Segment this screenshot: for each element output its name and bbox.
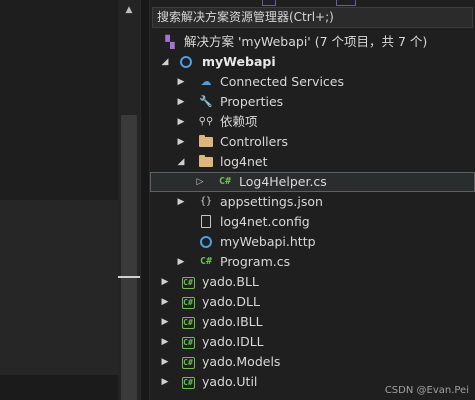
folder-icon xyxy=(198,132,214,152)
expand-icon[interactable]: ▶ xyxy=(176,132,186,152)
csharp-project-icon: C# xyxy=(181,377,195,389)
connected-services-icon: ☁ xyxy=(200,75,212,88)
tree-item-label: Program.cs xyxy=(220,254,291,269)
tree-item-mywebapi-http[interactable]: myWebapi.http xyxy=(150,232,475,252)
editor-middle xyxy=(0,200,118,375)
tree-item-label: Log4Helper.cs xyxy=(239,174,327,189)
project-label: yado.IBLL xyxy=(202,314,263,329)
config-file-icon xyxy=(198,212,214,232)
scroll-up-icon[interactable]: ▲ xyxy=(124,5,134,15)
tree-item-connected-services[interactable]: ▶ ☁ Connected Services xyxy=(150,72,475,92)
search-input[interactable]: 搜索解决方案资源管理器(Ctrl+;) xyxy=(152,7,473,28)
tree-item-label: log4net.config xyxy=(220,214,310,229)
tree-item-label: 依赖项 xyxy=(220,114,258,129)
expand-icon[interactable]: ▶ xyxy=(176,92,186,112)
tree-item-properties[interactable]: ▶ 🔧 Properties xyxy=(150,92,475,112)
csharp-project-icon: C# xyxy=(181,277,195,289)
csharp-project-icon: C# xyxy=(181,337,195,349)
toolbar-strip xyxy=(150,0,475,6)
project-node-yado-idll[interactable]: ▶ C# yado.IDLL xyxy=(150,332,475,352)
solution-icon: ▚ xyxy=(165,35,175,49)
project-label: yado.BLL xyxy=(202,274,259,289)
expand-icon[interactable]: ▶ xyxy=(160,272,170,292)
scrollbar-thumb[interactable] xyxy=(121,115,137,400)
expand-icon[interactable]: ▶ xyxy=(160,312,170,332)
tree-item-label: Connected Services xyxy=(220,74,344,89)
solution-node[interactable]: ▚ 解决方案 'myWebapi' (7 个项目，共 7 个) xyxy=(150,32,475,52)
editor-top xyxy=(0,0,118,200)
csharp-file-icon: C# xyxy=(218,176,232,187)
tree-item-log4net-config[interactable]: log4net.config xyxy=(150,212,475,232)
editor-vertical-scrollbar[interactable]: ▲ xyxy=(118,0,140,400)
web-project-icon xyxy=(178,52,194,72)
expand-icon[interactable]: ▷ xyxy=(195,173,205,193)
csharp-project-icon: C# xyxy=(181,297,195,309)
project-node-yado-dll[interactable]: ▶ C# yado.DLL xyxy=(150,292,475,312)
dependencies-icon: ⚲⚲ xyxy=(198,116,214,127)
tree-item-label: appsettings.json xyxy=(220,194,323,209)
expand-icon[interactable]: ▶ xyxy=(176,192,186,212)
project-label: yado.IDLL xyxy=(202,334,264,349)
project-node-mywebapi[interactable]: ◢ myWebapi xyxy=(150,52,475,72)
tree-item-label: Controllers xyxy=(220,134,288,149)
project-node-yado-ibll[interactable]: ▶ C# yado.IBLL xyxy=(150,312,475,332)
tree-item-label: log4net xyxy=(220,154,268,169)
watermark: CSDN @Evan.Pei xyxy=(384,385,469,396)
project-label: yado.DLL xyxy=(202,294,260,309)
tree-item-program[interactable]: ▶ C# Program.cs xyxy=(150,252,475,272)
project-node-yado-bll[interactable]: ▶ C# yado.BLL xyxy=(150,272,475,292)
collapse-icon[interactable]: ◢ xyxy=(176,152,186,172)
expand-icon[interactable]: ▶ xyxy=(176,72,186,92)
expand-icon[interactable]: ▶ xyxy=(176,112,186,132)
solution-explorer: 搜索解决方案资源管理器(Ctrl+;) ▚ 解决方案 'myWebapi' (7… xyxy=(150,0,475,400)
tree-item-label: Properties xyxy=(220,94,284,109)
csharp-project-icon: C# xyxy=(181,317,195,329)
tree-item-log4helper[interactable]: ▷ C# Log4Helper.cs xyxy=(150,172,475,192)
folder-icon xyxy=(198,152,214,172)
json-file-icon: {} xyxy=(199,196,213,207)
scrollbar-marker xyxy=(118,276,140,278)
http-file-icon xyxy=(198,232,214,252)
toolbar-button[interactable] xyxy=(262,0,276,6)
project-label: myWebapi xyxy=(202,54,276,69)
csharp-file-icon: C# xyxy=(199,256,213,267)
project-label: yado.Models xyxy=(202,354,281,369)
collapse-icon[interactable]: ◢ xyxy=(160,52,170,72)
expand-icon[interactable]: ▶ xyxy=(160,372,170,392)
tree-item-dependencies[interactable]: ▶ ⚲⚲ 依赖项 xyxy=(150,112,475,132)
tree-item-controllers[interactable]: ▶ Controllers xyxy=(150,132,475,152)
editor-bottom xyxy=(0,375,118,400)
toolbar-button[interactable] xyxy=(336,0,356,6)
pane-splitter[interactable] xyxy=(140,0,150,400)
expand-icon[interactable]: ▶ xyxy=(160,352,170,372)
properties-icon: 🔧 xyxy=(199,95,213,108)
solution-label: 解决方案 'myWebapi' (7 个项目，共 7 个) xyxy=(184,34,428,49)
tree-item-appsettings[interactable]: ▶ {} appsettings.json xyxy=(150,192,475,212)
csharp-project-icon: C# xyxy=(181,357,195,369)
project-label: yado.Util xyxy=(202,374,258,389)
editor-area xyxy=(0,0,118,400)
tree-item-label: myWebapi.http xyxy=(220,234,316,249)
tree-item-log4net[interactable]: ◢ log4net xyxy=(150,152,475,172)
expand-icon[interactable]: ▶ xyxy=(176,252,186,272)
expand-icon[interactable]: ▶ xyxy=(160,292,170,312)
expand-icon[interactable]: ▶ xyxy=(160,332,170,352)
project-node-yado-models[interactable]: ▶ C# yado.Models xyxy=(150,352,475,372)
